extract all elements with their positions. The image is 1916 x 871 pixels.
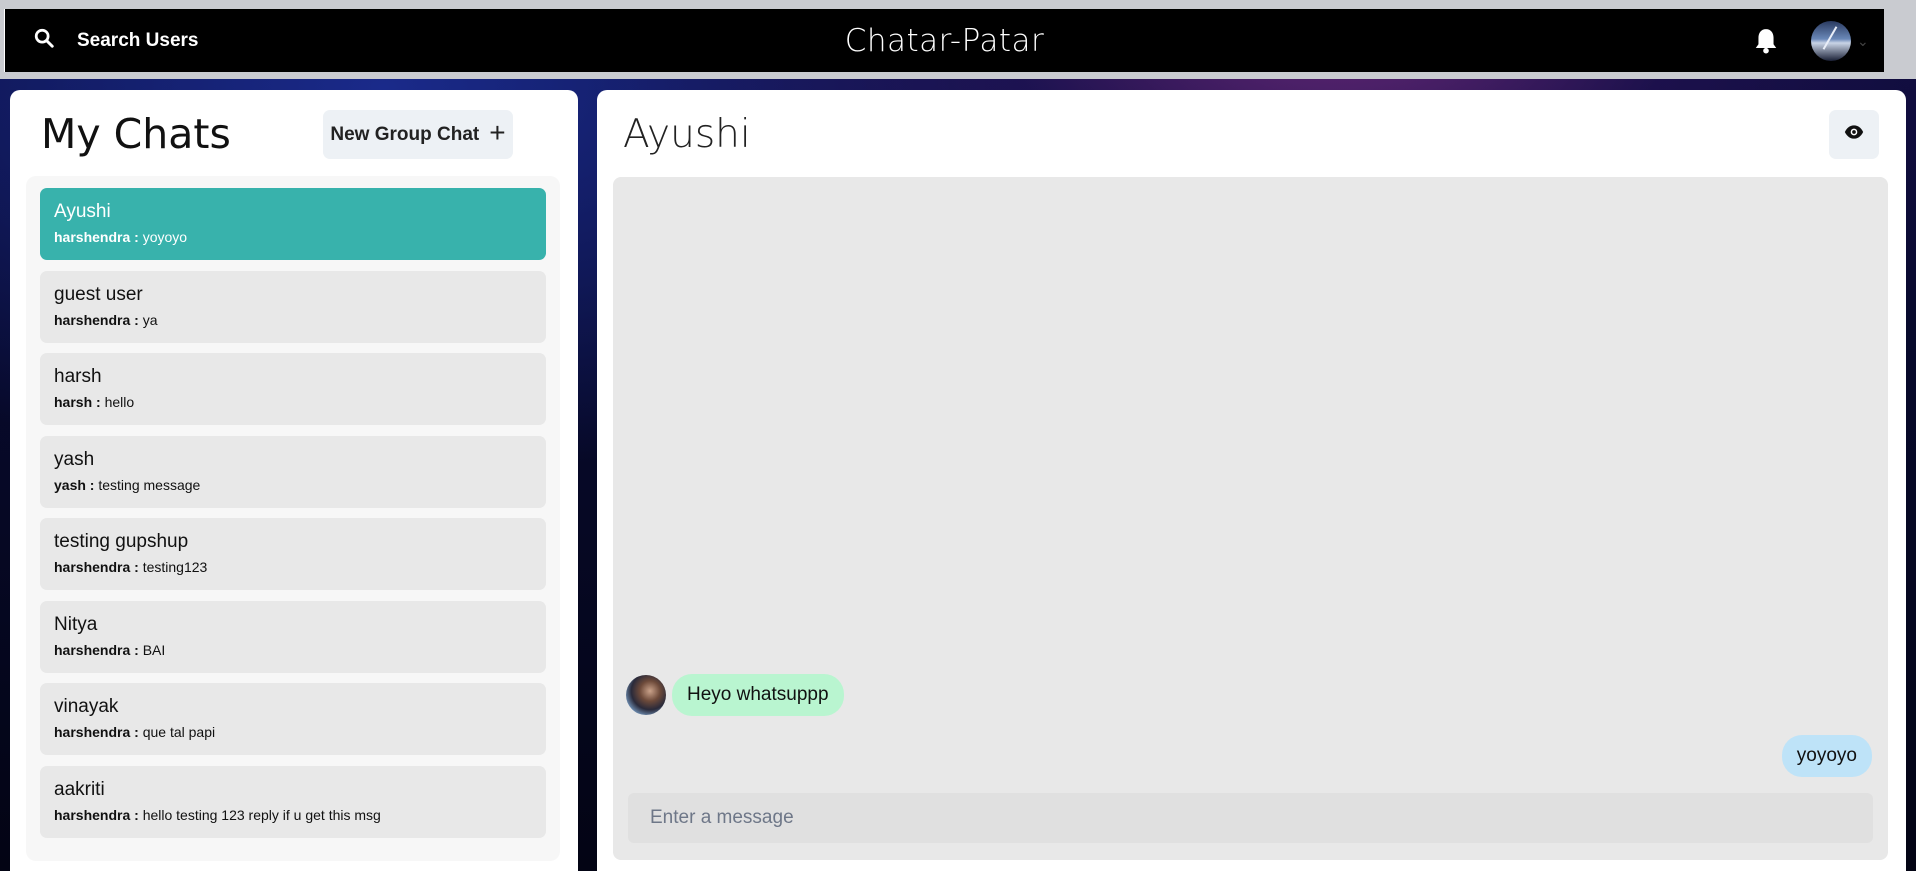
app-title: Chatar-Patar <box>844 23 1045 59</box>
chat-name: harsh <box>54 366 102 387</box>
chat-list: Ayushi harshendra : yoyoyo guest user ha… <box>26 176 560 861</box>
chat-latest-message: harshendra : testing123 <box>54 559 208 575</box>
chat-item[interactable]: Nitya harshendra : BAI <box>40 600 546 673</box>
chat-item[interactable]: guest user harshendra : ya <box>40 270 546 343</box>
chat-name: Ayushi <box>54 201 111 222</box>
top-header: Search Users Chatar-Patar ⌄ <box>4 9 1884 72</box>
chat-name: guest user <box>54 283 143 305</box>
chat-panel: Ayushi Heyo whatsuppp yoyoyo <box>597 90 1906 871</box>
avatar <box>1811 21 1851 61</box>
view-profile-button[interactable] <box>1829 110 1879 159</box>
sent-message: yoyoyo <box>1781 735 1872 777</box>
chat-latest-message: harshendra : yoyoyo <box>54 229 188 245</box>
chat-name: yash <box>54 448 95 470</box>
my-chats-panel: My Chats New Group Chat + Ayushi harshen… <box>10 90 578 871</box>
received-message: Heyo whatsuppp <box>626 674 844 716</box>
message-bubble: Heyo whatsuppp <box>672 674 844 716</box>
chat-name: aakriti <box>54 778 105 800</box>
new-group-chat-label: New Group Chat <box>330 123 480 145</box>
chat-latest-message: harsh : hello <box>54 394 135 410</box>
profile-menu[interactable]: ⌄ <box>1811 21 1869 61</box>
chat-name: testing gupshup <box>54 531 189 552</box>
chat-name: Nitya <box>54 613 98 635</box>
chat-item[interactable]: testing gupshup harshendra : testing123 <box>40 518 546 590</box>
chat-latest-message: yash : testing message <box>54 476 201 493</box>
chat-item[interactable]: yash yash : testing message <box>40 435 546 508</box>
chat-item[interactable]: harsh harsh : hello <box>40 353 546 425</box>
message-bubble: yoyoyo <box>1781 735 1872 777</box>
plus-icon: + <box>489 117 506 148</box>
messages-area: Heyo whatsuppp yoyoyo <box>613 177 1888 860</box>
chat-item[interactable]: Ayushi harshendra : yoyoyo <box>40 188 546 260</box>
chat-item[interactable]: vinayak harshendra : que tal papi <box>40 683 546 755</box>
message-input[interactable] <box>628 793 1873 843</box>
my-chats-title: My Chats <box>41 110 231 158</box>
chat-name: vinayak <box>54 696 119 717</box>
chat-title: Ayushi <box>623 112 751 157</box>
chat-latest-message: harshendra : hello testing 123 reply if … <box>54 806 381 823</box>
bell-icon[interactable] <box>1753 27 1779 55</box>
chat-latest-message: harshendra : BAI <box>54 641 166 658</box>
new-group-chat-button[interactable]: New Group Chat + <box>323 110 513 159</box>
chat-item[interactable]: aakriti harshendra : hello testing 123 r… <box>40 765 546 838</box>
chat-latest-message: harshendra : ya <box>54 311 158 328</box>
avatar[interactable] <box>626 675 666 715</box>
eye-icon <box>1844 122 1864 147</box>
chat-latest-message: harshendra : que tal papi <box>54 724 216 740</box>
chevron-down-icon: ⌄ <box>1857 32 1869 49</box>
